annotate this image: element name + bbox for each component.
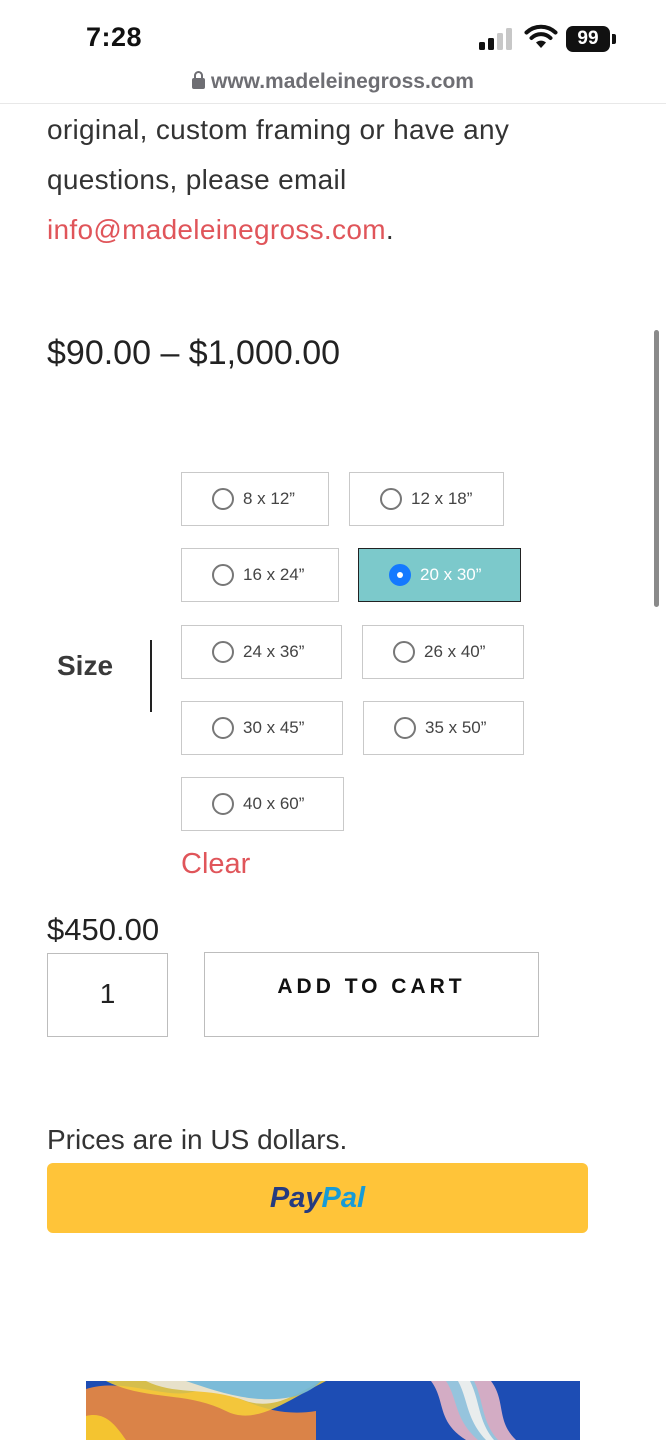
size-option-16x24[interactable]: 16 x 24” bbox=[181, 548, 339, 602]
size-option-label: 24 x 36” bbox=[243, 642, 305, 661]
cellular-signal-icon bbox=[479, 28, 512, 50]
battery-icon: 99 bbox=[566, 26, 616, 52]
paypal-logo-pay: Pay bbox=[269, 1182, 322, 1214]
radio-selected-icon[interactable] bbox=[389, 564, 411, 586]
wifi-icon bbox=[524, 24, 558, 48]
radio-icon[interactable] bbox=[393, 641, 415, 663]
add-to-cart-button[interactable]: ADD TO CART bbox=[204, 952, 539, 1037]
email-link[interactable]: info@madeleinegross.com bbox=[47, 214, 386, 245]
size-option-8x12[interactable]: 8 x 12” bbox=[181, 472, 329, 526]
paypal-button[interactable]: PayPal bbox=[47, 1163, 588, 1233]
radio-icon[interactable] bbox=[212, 641, 234, 663]
size-divider bbox=[150, 640, 152, 712]
currency-note: Prices are in US dollars. bbox=[47, 1124, 348, 1155]
radio-icon[interactable] bbox=[394, 717, 416, 739]
radio-icon[interactable] bbox=[212, 793, 234, 815]
address-bar[interactable]: www.madeleinegross.com bbox=[0, 70, 666, 102]
size-option-20x30[interactable]: 20 x 30” bbox=[358, 548, 521, 602]
size-option-label: 8 x 12” bbox=[243, 489, 295, 508]
description-line: original, custom framing or have any bbox=[47, 114, 510, 145]
size-option-label: 30 x 45” bbox=[243, 718, 305, 737]
size-option-35x50[interactable]: 35 x 50” bbox=[363, 701, 524, 755]
radio-icon[interactable] bbox=[212, 488, 234, 510]
size-option-label: 20 x 30” bbox=[420, 565, 482, 584]
radio-icon[interactable] bbox=[212, 564, 234, 586]
radio-icon[interactable] bbox=[380, 488, 402, 510]
header-divider bbox=[0, 103, 666, 104]
size-option-label: 16 x 24” bbox=[243, 565, 305, 584]
size-label: Size bbox=[57, 650, 114, 681]
status-time: 7:28 bbox=[86, 22, 143, 52]
clear-selection-link[interactable]: Clear bbox=[181, 848, 250, 881]
size-option-label: 12 x 18” bbox=[411, 489, 473, 508]
size-option-30x45[interactable]: 30 x 45” bbox=[181, 701, 343, 755]
radio-icon[interactable] bbox=[212, 717, 234, 739]
size-option-12x18[interactable]: 12 x 18” bbox=[349, 472, 504, 526]
scrollbar[interactable] bbox=[654, 330, 659, 607]
size-option-40x60[interactable]: 40 x 60” bbox=[181, 777, 344, 831]
paypal-logo-pal: Pal bbox=[321, 1182, 366, 1214]
description-line: questions, please email bbox=[47, 164, 347, 195]
size-option-26x40[interactable]: 26 x 40” bbox=[362, 625, 524, 679]
lock-icon bbox=[192, 71, 205, 89]
quantity-input[interactable]: 1 bbox=[47, 953, 168, 1037]
size-option-label: 35 x 50” bbox=[425, 718, 487, 737]
variant-price: $450.00 bbox=[47, 912, 160, 947]
product-artwork-image bbox=[86, 1381, 580, 1440]
size-option-24x36[interactable]: 24 x 36” bbox=[181, 625, 342, 679]
description-punctuation: . bbox=[385, 214, 394, 245]
size-option-label: 26 x 40” bbox=[424, 642, 486, 661]
battery-level: 99 bbox=[566, 26, 610, 52]
price-range: $90.00 – $1,000.00 bbox=[47, 334, 341, 372]
size-option-label: 40 x 60” bbox=[243, 794, 305, 813]
url-text: www.madeleinegross.com bbox=[211, 70, 474, 93]
description-line: info@madeleinegross.com. bbox=[47, 214, 394, 246]
